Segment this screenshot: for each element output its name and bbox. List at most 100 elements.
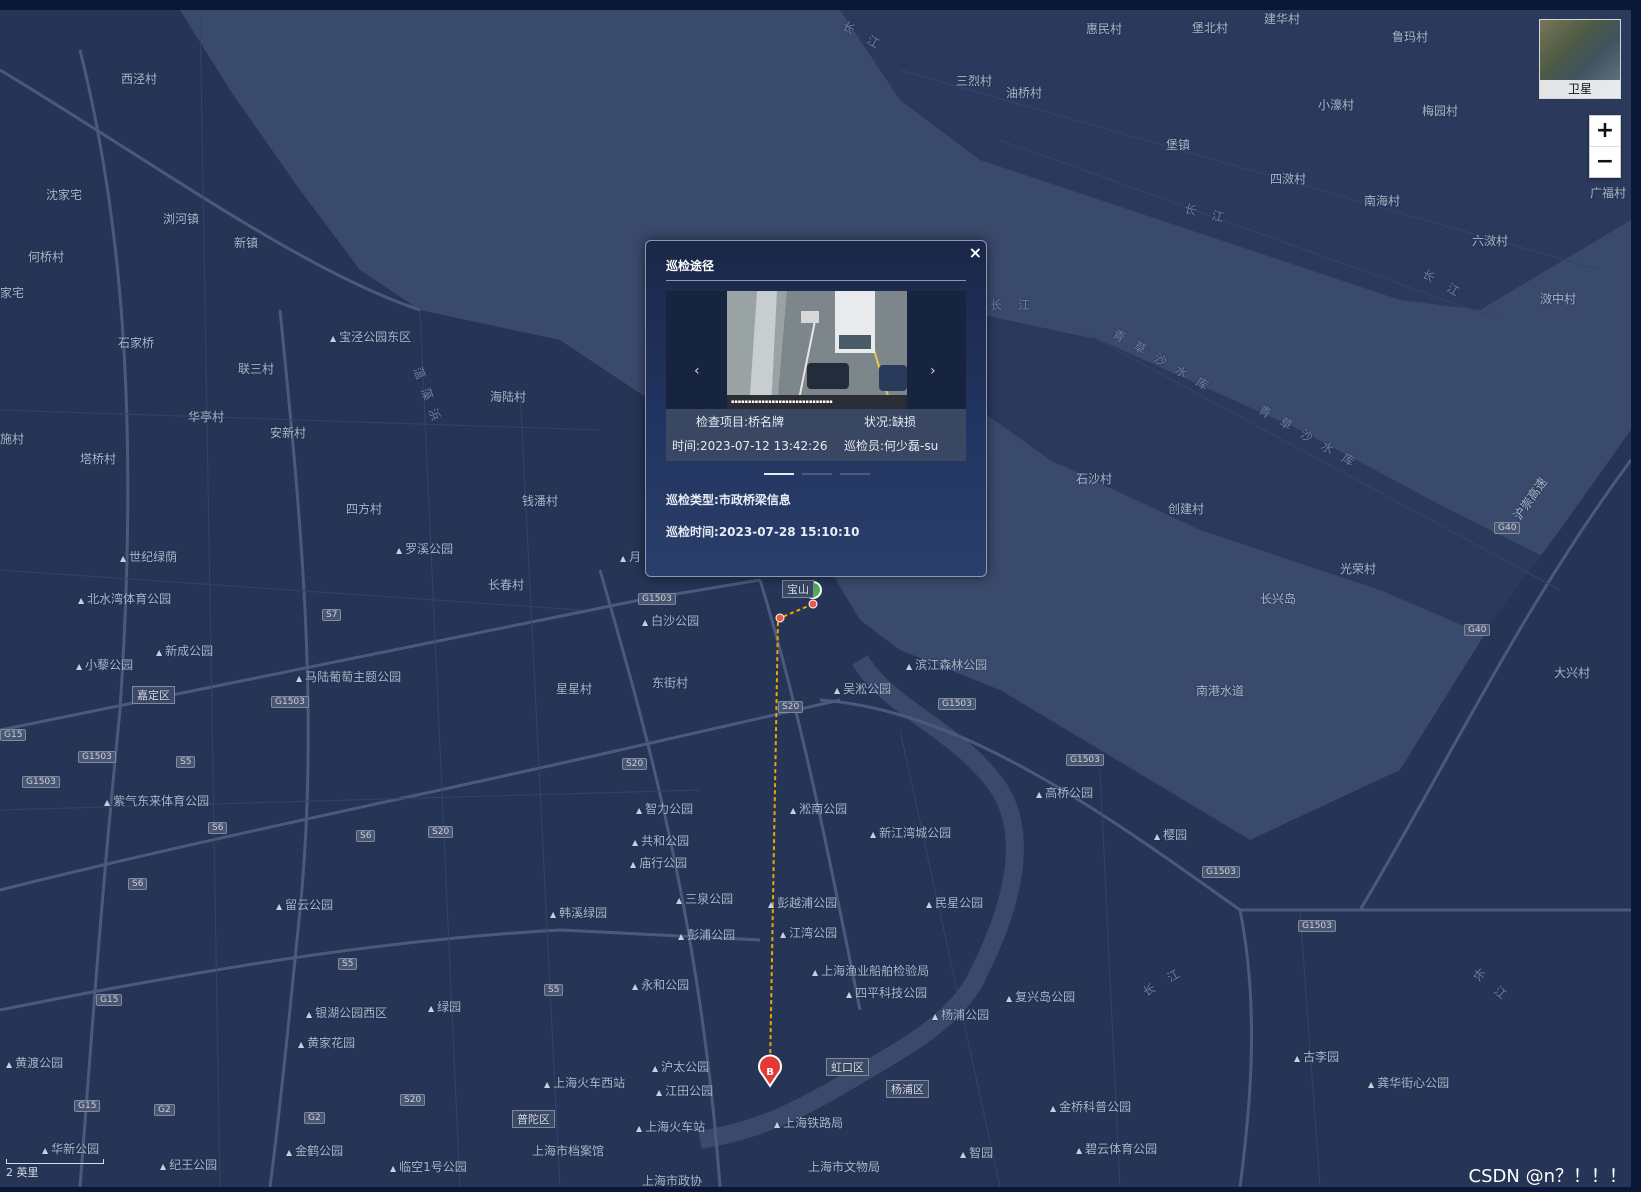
place-label: 光荣村 (1340, 562, 1377, 576)
poi-label: 白沙公园 (642, 612, 699, 629)
watermark-credit: CSDN @n？！！！ (1468, 1166, 1627, 1187)
place-label: 南港水道 (1196, 684, 1245, 698)
map-base: B (0, 10, 1631, 1187)
scale-bar: 2 英里 (6, 1159, 104, 1180)
place-label: 大兴村 (1554, 666, 1591, 680)
route-end-marker-label: B (766, 1067, 774, 1078)
poi-label: 共和公园 (632, 832, 689, 849)
place-label: 浏河镇 (163, 212, 200, 226)
inspection-photo[interactable]: ▪▪▪▪▪▪▪▪▪▪▪▪▪▪▪▪▪▪▪▪▪▪▪▪▪▪▪▪▪▪ (727, 291, 907, 409)
road-shield: G1503 (638, 593, 676, 605)
poi-label: 沪太公园 (652, 1058, 709, 1075)
photo-image: ▪▪▪▪▪▪▪▪▪▪▪▪▪▪▪▪▪▪▪▪▪▪▪▪▪▪▪▪▪▪ (727, 291, 907, 409)
satellite-toggle[interactable]: 卫星 (1539, 19, 1621, 99)
place-label: 长兴岛 (1260, 592, 1297, 606)
road-shield: G15 (0, 729, 27, 741)
poi-label: 吴淞公园 (834, 680, 891, 697)
poi-label: 宝泾公园东区 (330, 328, 411, 345)
poi-label: 淞南公园 (790, 800, 847, 817)
place-label: 安新村 (270, 426, 307, 440)
place-label: 油桥村 (1006, 86, 1043, 100)
carousel-dot[interactable] (764, 473, 794, 475)
place-label: 沈家宅 (46, 188, 83, 202)
poi-label: 金桥科普公园 (1050, 1098, 1131, 1115)
place-label: 小濠村 (1318, 98, 1355, 112)
road-shield: S5 (176, 756, 196, 768)
poi-label: 紫气东来体育公园 (104, 792, 209, 809)
poi-label: 纪王公园 (160, 1156, 217, 1173)
zoom-out-button[interactable]: − (1590, 146, 1620, 177)
map-canvas[interactable]: B 西泾村 沈家宅 浏河镇 新镇 何桥村 家宅 石家桥 联三村 宝泾公园东区 海… (0, 10, 1631, 1187)
river-label: 长江 (990, 298, 1047, 312)
poi-label: 滨江森林公园 (906, 656, 987, 673)
poi-label: 彭越浦公园 (768, 894, 837, 911)
map-frame: B 西泾村 沈家宅 浏河镇 新镇 何桥村 家宅 石家桥 联三村 宝泾公园东区 海… (0, 0, 1641, 1192)
poi-label: 北水湾体育公园 (78, 590, 171, 607)
inspector-label: 巡检员:何少磊-su (844, 439, 939, 453)
road-shield: G1503 (1066, 754, 1104, 766)
road-shield: G40 (1494, 522, 1521, 534)
carousel-dot[interactable] (802, 473, 832, 475)
road-shield: G2 (304, 1112, 325, 1124)
carousel-dot[interactable] (840, 473, 870, 475)
place-label: 星星村 (556, 682, 593, 696)
place-label: 滧中村 (1540, 292, 1577, 306)
inspection-type-label: 巡检类型: (666, 493, 719, 507)
road-shield: S5 (338, 958, 358, 970)
poi-label: 华新公园 (42, 1140, 99, 1157)
status-label: 状况:缺损 (864, 415, 917, 429)
district-label: 宝山 (782, 580, 814, 598)
place-label: 新镇 (234, 236, 259, 250)
road-shield: G1503 (1202, 866, 1240, 878)
district-label: 普陀区 (512, 1110, 555, 1128)
carousel-next-button[interactable]: › (930, 363, 936, 379)
place-label: 创建村 (1168, 502, 1205, 516)
road-shield: G1503 (78, 751, 116, 763)
carousel-prev-button[interactable]: ‹ (694, 363, 700, 379)
road-shield: S6 (128, 878, 148, 890)
poi-label: 留云公园 (276, 896, 333, 913)
place-label: 广福村 (1590, 186, 1627, 200)
place-label: 堡北村 (1192, 21, 1229, 35)
poi-label: 上海火车站 (636, 1118, 705, 1135)
poi-label: 庙行公园 (630, 854, 687, 871)
place-label: 石沙村 (1076, 472, 1113, 486)
poi-label: 龚华街心公园 (1368, 1074, 1449, 1091)
satellite-label: 卫星 (1540, 80, 1620, 98)
place-label: 鲁玛村 (1392, 30, 1429, 44)
place-label: 海陆村 (490, 390, 527, 404)
place-label: 塔桥村 (80, 452, 117, 466)
road-shield: G1503 (938, 698, 976, 710)
place-label: 上海市档案馆 (532, 1144, 605, 1158)
district-label: 虹口区 (826, 1058, 869, 1076)
road-shield: G1503 (1298, 920, 1336, 932)
place-label: 西泾村 (121, 72, 158, 86)
poi-label: 上海火车西站 (544, 1074, 625, 1091)
place-label: 四滧村 (1270, 172, 1307, 186)
inspection-popup: 巡检途径 × ▪▪▪▪▪▪▪▪▪▪▪▪▪▪▪▪▪▪▪▪▪▪▪▪▪▪▪▪▪▪ ‹ … (645, 240, 987, 577)
place-label: 建华村 (1264, 12, 1301, 26)
photo-overlay-text: ▪▪▪▪▪▪▪▪▪▪▪▪▪▪▪▪▪▪▪▪▪▪▪▪▪▪▪▪▪▪ (731, 399, 833, 405)
poi-label: 银湖公园西区 (306, 1004, 387, 1021)
place-label: 梅园村 (1422, 104, 1459, 118)
district-label: 嘉定区 (132, 686, 175, 704)
place-label: 施村 (0, 432, 25, 446)
close-button[interactable]: × (969, 243, 982, 262)
road-shield: S20 (428, 826, 454, 838)
place-label: 石家桥 (118, 336, 155, 350)
poi-label: 樱园 (1154, 826, 1187, 843)
poi-label: 上海铁路局 (774, 1114, 843, 1131)
place-label: 惠民村 (1086, 22, 1123, 36)
inspection-type-value: 市政桥梁信息 (718, 493, 791, 507)
place-label: 上海市文物局 (808, 1160, 881, 1174)
poi-label: 临空1号公园 (390, 1158, 467, 1175)
zoom-in-button[interactable]: + (1590, 116, 1620, 146)
place-label: 南海村 (1364, 194, 1401, 208)
place-label: 家宅 (0, 286, 25, 300)
poi-label: 智园 (960, 1144, 993, 1161)
road-shield: S6 (208, 822, 228, 834)
poi-label: 古李园 (1294, 1048, 1339, 1065)
place-label: 钱潘村 (522, 494, 559, 508)
inspection-type: 巡检类型:市政桥梁信息 (666, 491, 791, 508)
poi-label: 金鹤公园 (286, 1142, 343, 1159)
